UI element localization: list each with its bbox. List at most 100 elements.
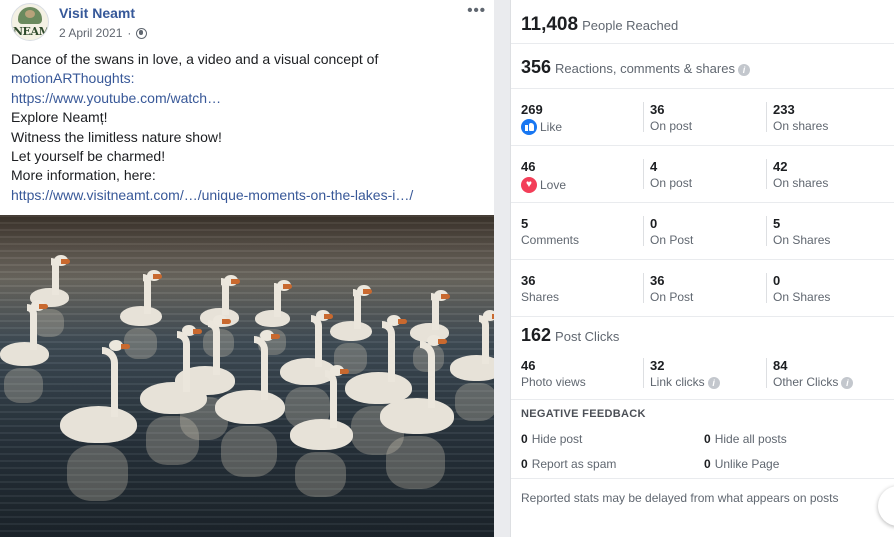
photo-views-label: Photo views: [521, 375, 586, 389]
stat-value: 36: [650, 273, 665, 288]
post-photo[interactable]: [0, 215, 494, 537]
unlike-label: Unlike Page: [714, 457, 780, 471]
info-icon[interactable]: i: [841, 377, 854, 389]
post-link[interactable]: https://www.visitneamt.com/…/unique-mome…: [11, 186, 486, 205]
stats-row: 5 Comments 0 On Post 5 On Shares: [511, 203, 894, 260]
stat-value: 269: [521, 102, 543, 117]
clicks-breakdown-row: 46 Photo views 32 Link clicks i 84 Other …: [511, 345, 894, 400]
hide-post-stat: 0 Hide post: [521, 432, 582, 446]
stat-value: 36: [650, 102, 665, 117]
post-clicks-value: 162: [521, 325, 552, 345]
spam-value: 0: [521, 457, 528, 471]
info-icon[interactable]: i: [737, 64, 750, 76]
on-post-cell: 4 On post: [643, 159, 693, 190]
stat-label: Shares: [521, 290, 560, 304]
post-link[interactable]: motionARThoughts:: [11, 69, 486, 88]
stat-label: On Shares: [773, 233, 831, 247]
post-text-line: Witness the limitless nature show!: [11, 128, 222, 145]
photo-views-value: 46: [521, 358, 536, 373]
on-shares-cell: 42 On shares: [766, 159, 829, 190]
facebook-post: NEAMT Visit Neamt 2 April 2021 · ••• Dan…: [0, 0, 494, 537]
on-shares-cell: 233 On shares: [766, 102, 829, 133]
engagement-value: 356: [521, 57, 552, 77]
post-link[interactable]: https://www.youtube.com/watch…: [11, 89, 486, 108]
other-clicks-cell: 84 Other Clicks i: [766, 358, 854, 389]
like-label-wrap: Like: [521, 119, 562, 135]
globe-icon[interactable]: [136, 27, 148, 39]
post-text-line: Dance of the swans in love, a video and …: [11, 51, 379, 67]
stat-value: 46: [521, 159, 536, 174]
hide-post-label: Hide post: [531, 432, 583, 446]
stat-value: 36: [521, 273, 536, 288]
people-reached-value: 11,408: [521, 14, 579, 35]
stat-label: On Post: [650, 233, 694, 247]
page-avatar[interactable]: NEAMT: [11, 3, 49, 41]
stat-label: Like: [540, 120, 563, 134]
page-root: NEAMT Visit Neamt 2 April 2021 · ••• Dan…: [0, 0, 894, 537]
post-date[interactable]: 2 April 2021: [59, 26, 122, 40]
post-text-line: More information, here:: [11, 167, 156, 184]
on-shares-cell: 0 On Shares: [766, 273, 831, 304]
link-clicks-cell: 32 Link clicks i: [643, 358, 720, 389]
love-icon: ♥: [521, 177, 537, 193]
stat-value: 233: [773, 102, 795, 117]
post-meta: 2 April 2021 ·: [59, 26, 148, 40]
total-cell: 269 Like: [521, 102, 562, 140]
post-header: NEAMT Visit Neamt 2 April 2021 · •••: [11, 2, 486, 45]
other-clicks-label-wrap: Other Clicks i: [773, 375, 854, 389]
hide-post-value: 0: [521, 432, 528, 446]
post-insights-panel: 11,408 People Reached 356 Reactions, comme…: [510, 0, 894, 537]
hide-all-label: Hide all posts: [714, 432, 787, 446]
stats-row: 36 Shares 36 On Post 0 On Shares: [511, 260, 894, 317]
stat-value: 5: [773, 216, 781, 231]
stat-label: Comments: [521, 233, 580, 247]
like-icon: [521, 119, 537, 135]
divider: [511, 478, 894, 479]
avatar-sun-icon: [25, 10, 35, 18]
reach-section: 11,408 People Reached: [511, 0, 894, 44]
stat-value: 4: [650, 159, 658, 174]
stats-row: 46 ♥ Love 4 On post 42 On shares: [511, 146, 894, 203]
love-label-wrap: ♥ Love: [521, 177, 566, 193]
link-clicks-label-wrap: Link clicks i: [650, 375, 720, 389]
stat-label: On post: [650, 176, 693, 190]
post-message: Dance of the swans in love, a video and …: [11, 50, 486, 205]
stat-label-wrap: Shares: [521, 290, 559, 304]
on-post-cell: 36 On post: [643, 102, 693, 133]
link-clicks-value: 32: [650, 358, 665, 373]
stat-label-wrap: Comments: [521, 233, 579, 247]
other-clicks-label: Other Clicks: [773, 375, 839, 389]
on-post-cell: 36 On Post: [643, 273, 694, 304]
more-options-icon[interactable]: •••: [467, 2, 486, 19]
on-shares-cell: 5 On Shares: [766, 216, 831, 247]
post-text-line: Explore Neamț!: [11, 109, 108, 126]
engagement-section: 356 Reactions, comments & shares i: [511, 44, 894, 89]
total-cell: 46 ♥ Love: [521, 159, 566, 193]
stat-value: 42: [773, 159, 788, 174]
negative-feedback-title: NEGATIVE FEEDBACK: [521, 408, 646, 420]
link-clicks-label: Link clicks: [650, 375, 705, 389]
engagement-label: Reactions, comments & shares: [555, 61, 735, 76]
page-name-link[interactable]: Visit Neamt: [59, 5, 135, 21]
on-post-cell: 0 On Post: [643, 216, 694, 247]
stat-label: On shares: [773, 119, 829, 133]
stat-value: 5: [521, 216, 529, 231]
report-spam-stat: 0 Report as spam: [521, 457, 616, 471]
stat-label: On shares: [773, 176, 829, 190]
other-clicks-value: 84: [773, 358, 788, 373]
total-cell: 5 Comments: [521, 216, 579, 247]
stat-value: 0: [773, 273, 781, 288]
info-icon[interactable]: i: [707, 377, 720, 389]
spam-label: Report as spam: [531, 457, 617, 471]
stats-row: 269 Like 36 On post 233 On shares: [511, 89, 894, 146]
post-text-line: Let yourself be charmed!: [11, 148, 166, 165]
hide-all-posts-stat: 0 Hide all posts: [704, 432, 787, 446]
stat-label: Love: [540, 178, 567, 192]
stat-label: On Shares: [773, 290, 831, 304]
hide-all-value: 0: [704, 432, 711, 446]
unlike-value: 0: [704, 457, 711, 471]
stat-label: On post: [650, 119, 693, 133]
stat-label: On Post: [650, 290, 694, 304]
photo-views-cell: 46 Photo views: [521, 358, 586, 389]
people-reached-label: People Reached: [582, 18, 679, 33]
